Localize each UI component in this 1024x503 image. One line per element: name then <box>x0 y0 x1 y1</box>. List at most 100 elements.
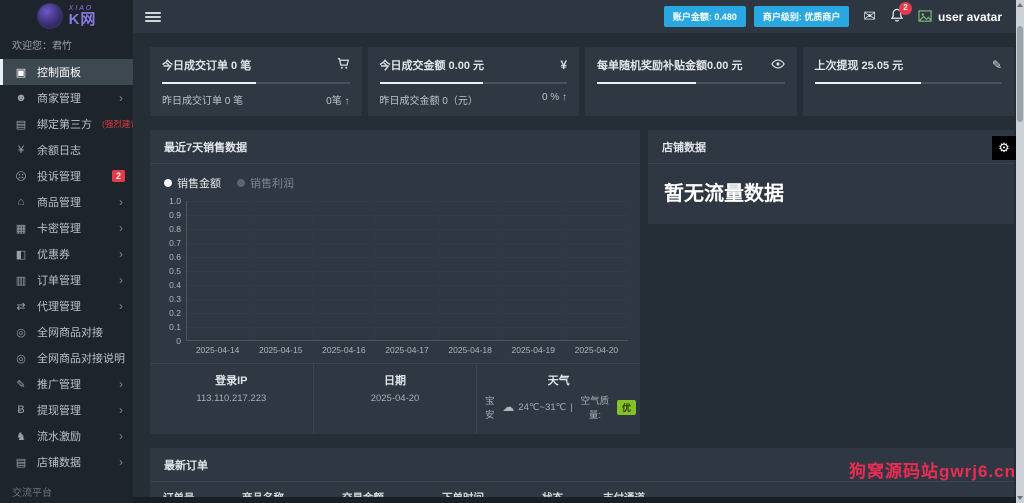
stat-card-1: 今日成交金额 0.00 元 ¥ 昨日成交金额 0（元） 0 % ↑ <box>367 47 579 116</box>
chevron-right-icon: › <box>119 429 123 443</box>
sales-chart-panel: 最近7天销售数据 销售金额 销售利润 1.0 0.9 0.8 0.7 0.6 0… <box>150 130 640 434</box>
sidebar-item-label: 卡密管理 <box>37 223 81 235</box>
chart-y-axis: 1.0 0.9 0.8 0.7 0.6 0.5 0.4 0.3 0.2 0.1 0 <box>158 196 186 346</box>
sidebar-item-withdraw[interactable]: Ƀ 提现管理 › <box>0 397 133 423</box>
sidebar-item-coupons[interactable]: ◧ 优惠券 › <box>0 241 133 267</box>
bar-chart-icon: ▥ <box>15 274 27 287</box>
legend-item-sales-amount[interactable]: 销售金额 <box>164 175 221 191</box>
sidebar-item-label: 全网商品对接说明 <box>37 353 125 365</box>
x-axis-tick: 2025-04-17 <box>385 345 429 355</box>
id-card-icon: ▤ <box>15 118 27 131</box>
stat-card-subrow: 昨日成交金额 0（元） 0 % ↑ <box>380 92 568 107</box>
date-value: 2025-04-20 <box>370 393 420 404</box>
sidebar-item-bind-third-party[interactable]: ▤ 绑定第三方 (强烈建议绑定) <box>0 111 133 137</box>
sidebar-item-label: 推广管理 <box>37 379 81 391</box>
aqi-badge: 优 <box>617 399 637 415</box>
logo-title: K网 <box>68 11 97 28</box>
sidebar-item-label: 流水激励 <box>37 431 81 443</box>
stat-card-sub-right: 0笔 ↑ <box>326 96 350 107</box>
stat-card-progress-line <box>379 82 567 84</box>
sidebar-item-network-products-docs[interactable]: ◎ 全网商品对接说明 <box>0 345 133 371</box>
x-axis-tick: 2025-04-18 <box>448 345 492 355</box>
vertical-scrollbar[interactable] <box>1016 0 1024 503</box>
tag-icon: ✎ <box>991 58 1002 72</box>
sidebar-item-agents[interactable]: ⇄ 代理管理 › <box>0 293 133 319</box>
scroll-up-arrow-icon[interactable] <box>1016 0 1024 10</box>
gear-icon: ⚙ <box>998 140 1010 155</box>
stat-card-sub-left: 昨日成交金额 0（元） <box>379 96 478 107</box>
sidebar-item-badge: 2 <box>111 170 125 182</box>
scrollbar-thumb[interactable] <box>1017 26 1023 122</box>
sidebar-item-label: 代理管理 <box>37 301 81 313</box>
chart-columns <box>187 201 628 340</box>
sidebar-item-label: 控制面板 <box>37 67 81 79</box>
weather-value: 宝安 ☁ 24℃~31℃ | 空气质量: 优 <box>481 393 637 421</box>
sidebar-item-label: 投诉管理 <box>37 171 81 183</box>
sidebar-item-label: 余额日志 <box>37 145 81 157</box>
logo: XIAO K网 <box>0 0 133 31</box>
sidebar-item-merchants[interactable]: ☻ 商家管理 › <box>0 85 133 111</box>
x-axis-tick: 2025-04-20 <box>574 345 619 355</box>
weather-label: 天气 <box>547 375 570 387</box>
sidebar-item-card-keys[interactable]: ▦ 卡密管理 › <box>0 215 133 241</box>
sidebar-item-shop-data[interactable]: ▤ 店铺数据 › <box>0 449 133 475</box>
weather-cell: 天气 宝安 ☁ 24℃~31℃ | 空气质量: 优 <box>477 364 640 434</box>
user-avatar[interactable]: user avatar <box>918 10 1002 24</box>
chevron-right-icon: › <box>119 455 123 469</box>
account-balance-button[interactable]: 账户金额: 0.480 <box>663 6 746 27</box>
sidebar-item-complaints[interactable]: ☹ 投诉管理 2 <box>0 163 133 189</box>
stat-card-top: 今日成交金额 0.00 元 ¥ <box>380 57 568 73</box>
chart-column <box>187 201 251 340</box>
mail-icon[interactable]: ✉ <box>863 9 876 24</box>
stat-card-sub-left: 昨日成交订单 0 笔 <box>162 96 244 107</box>
chart-column <box>313 201 377 340</box>
topbar-right: 账户金额: 0.480 商户级别: 优质商户 ✉ 2 user avatar <box>663 1 1002 27</box>
sidebar-item-flow-incentive[interactable]: ♞ 流水激励 › <box>0 423 133 449</box>
date-label: 日期 <box>384 375 406 387</box>
weather-aqi-label: 空气质量: <box>580 396 610 421</box>
chart-legend: 销售金额 销售利润 <box>150 164 640 195</box>
hamburger-menu-icon[interactable] <box>145 11 161 22</box>
sidebar-menu: ▣ 控制面板 ☻ 商家管理 › ▤ 绑定第三方 (强烈建议绑定) ¥ 余额日志 ☹ 投诉管理 2 ⌂ 商品管… <box>0 59 133 503</box>
stat-card-2: 每单随机奖励补贴金额0.00 元 <box>585 47 797 116</box>
stats-row: 今日成交订单 0 笔昨日成交订单 0 笔 0笔 ↑ 今日成交金额 0.00 元 ¥ 昨日… <box>150 47 1014 116</box>
stat-card-subrow <box>597 92 785 104</box>
sidebar-item-dashboard[interactable]: ▣ 控制面板 <box>0 59 133 85</box>
sidebar-item-network-products[interactable]: ◎ 全网商品对接 <box>0 319 133 345</box>
monitor-icon: ▣ <box>15 66 27 79</box>
scroll-down-arrow-icon[interactable] <box>1016 493 1024 503</box>
pencil-icon: ✎ <box>16 378 26 391</box>
sidebar-item-label: 绑定第三方 <box>37 119 92 131</box>
legend-dot-icon <box>237 179 245 187</box>
stat-card-subrow <box>815 92 1003 104</box>
sidebar-item-label: 提现管理 <box>37 405 81 417</box>
stat-card-progress-fill <box>597 82 697 84</box>
login-ip-label: 登录IP <box>215 375 248 387</box>
cart-icon <box>337 57 350 73</box>
sidebar-item-order-manage[interactable]: ▥ 订单管理 › <box>0 267 133 293</box>
sidebar-item-balance-log[interactable]: ¥ 余额日志 <box>0 137 133 163</box>
chevron-right-icon: › <box>119 273 123 287</box>
y-axis-tick: 0.3 <box>169 294 181 304</box>
content-area: 今日成交订单 0 笔昨日成交订单 0 笔 0笔 ↑ 今日成交金额 0.00 元 ¥ 昨日… <box>133 33 1016 503</box>
legend-item-sales-profit[interactable]: 销售利润 <box>237 175 294 191</box>
sidebar-item-label: 商家管理 <box>37 93 81 105</box>
horizontal-scrollbar[interactable] <box>133 497 1016 503</box>
chart-plot-area <box>186 201 628 341</box>
fox-icon: ♞ <box>16 430 26 443</box>
sidebar-item-promotion[interactable]: ✎ 推广管理 › <box>0 371 133 397</box>
y-axis-tick: 0.6 <box>169 252 181 262</box>
merchant-level-button[interactable]: 商户级别: 优质商户 <box>753 6 850 27</box>
y-axis-tick: 0.7 <box>169 238 181 248</box>
gear-button[interactable]: ⚙ <box>992 136 1016 160</box>
stat-card-top: 今日成交订单 0 笔 <box>162 57 350 73</box>
grid-icon: ▦ <box>15 222 27 235</box>
logo-text: XIAO K网 <box>69 5 97 27</box>
sidebar-item-products[interactable]: ⌂ 商品管理 › <box>0 189 133 215</box>
swap-icon: ⇄ <box>16 300 26 313</box>
stat-card-progress-fill <box>379 82 483 84</box>
sidebar-section-label: 交流平台 <box>12 488 52 499</box>
notifications-bell-icon[interactable]: 2 <box>890 1 912 26</box>
bag-icon: ⌂ <box>17 196 25 208</box>
chart-column <box>376 201 440 340</box>
